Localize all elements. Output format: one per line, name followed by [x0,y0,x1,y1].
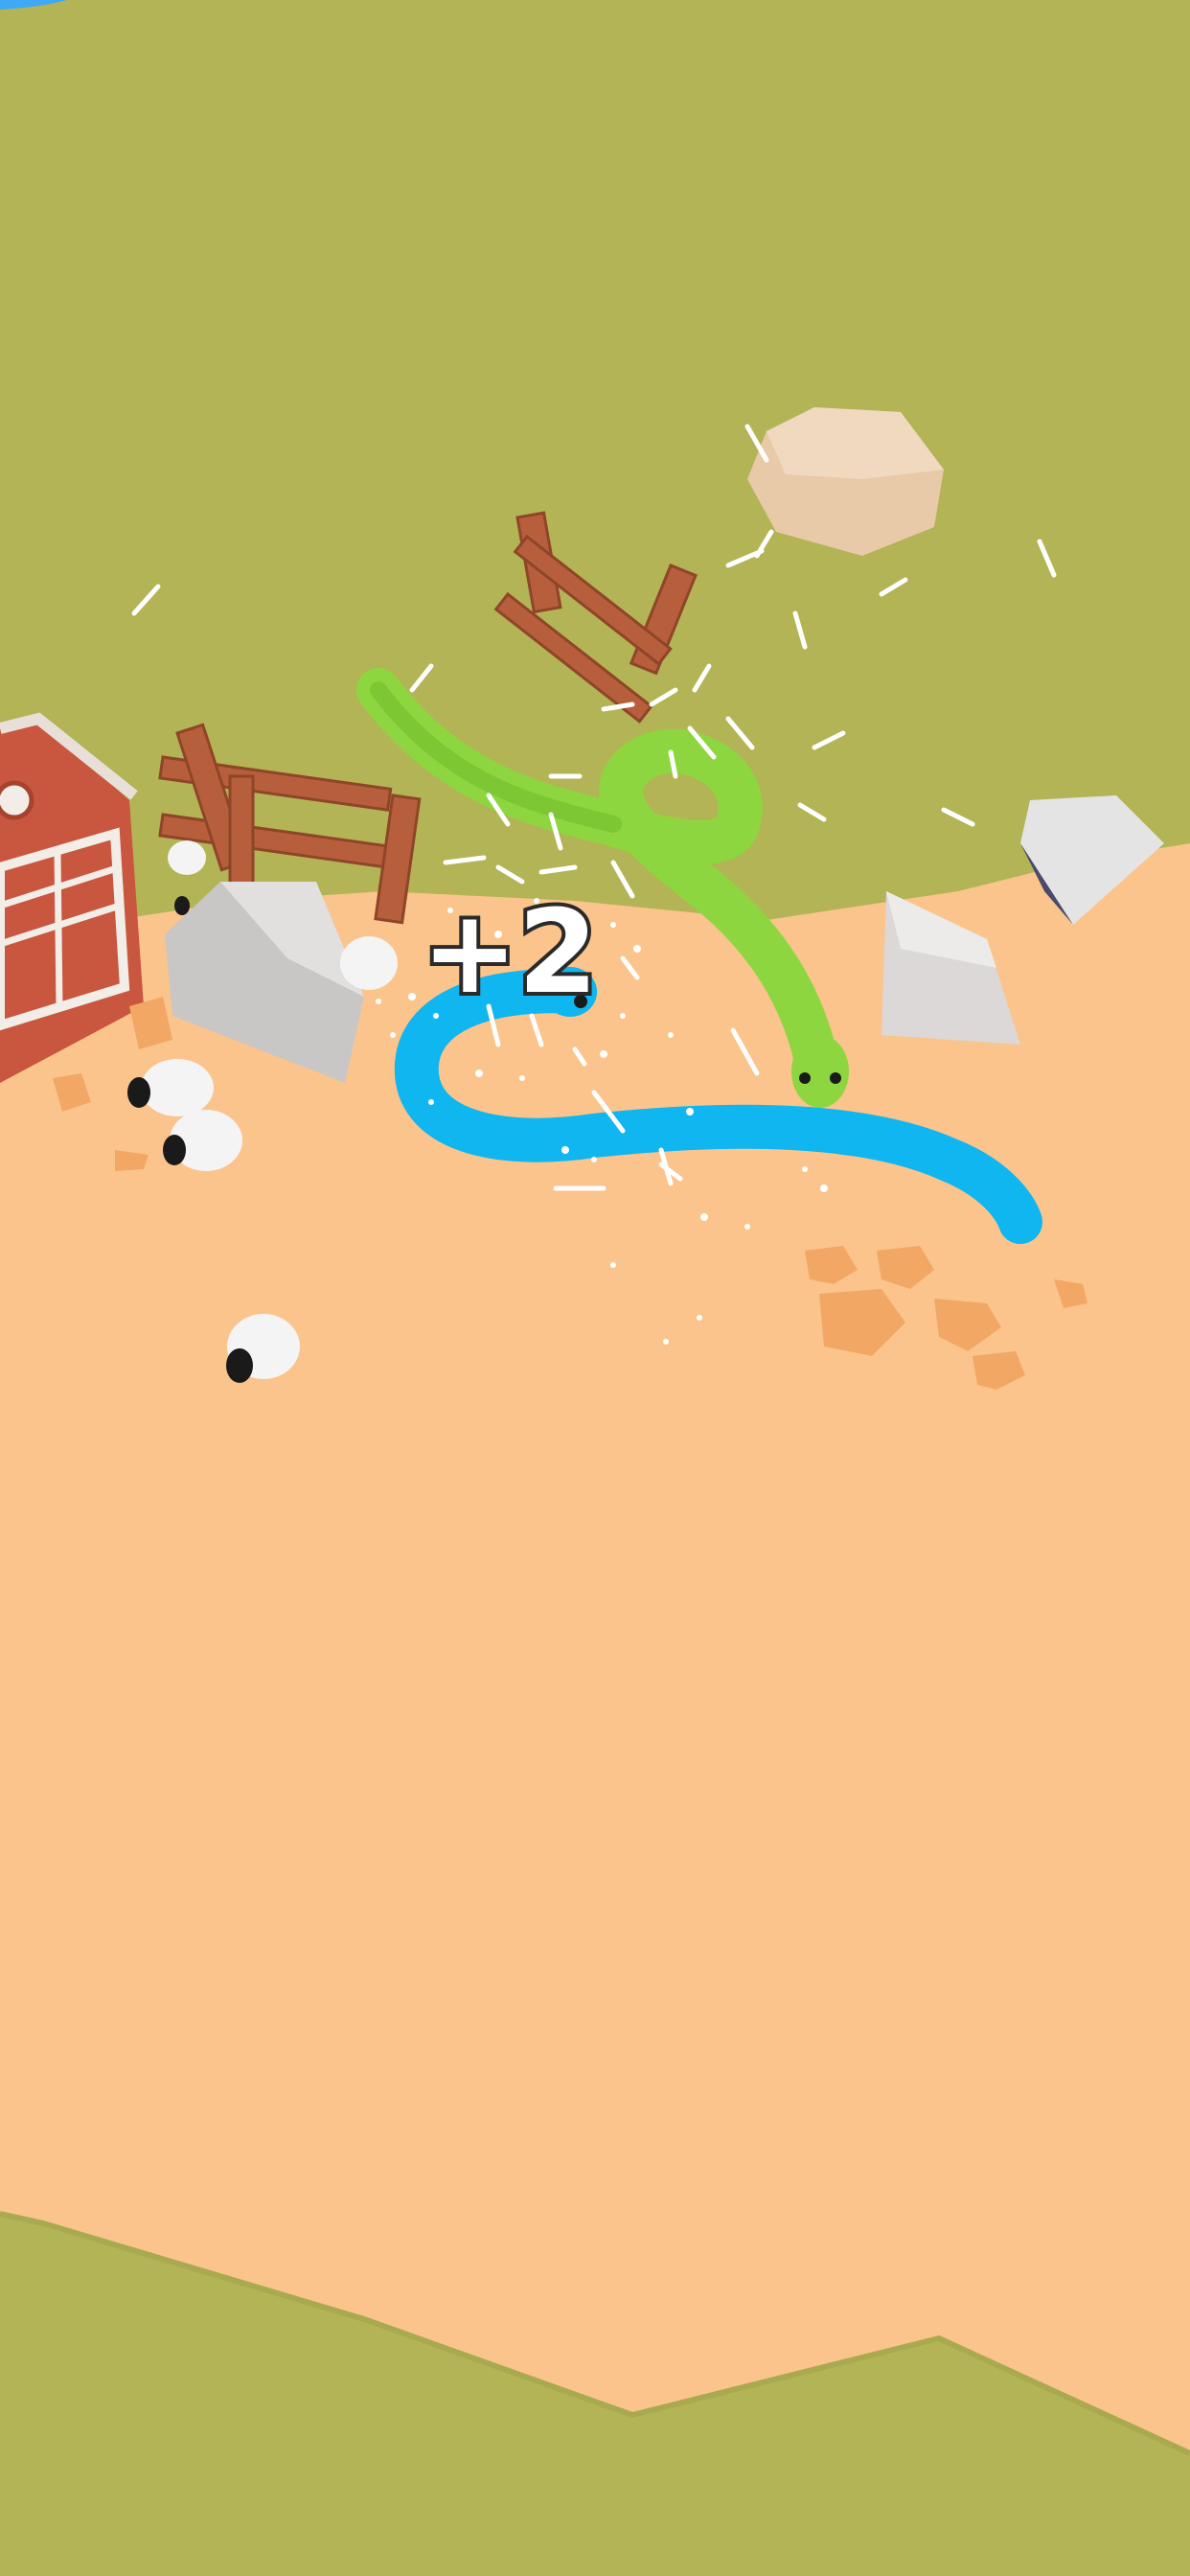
score-popup: +2 [418,886,602,1020]
game-scene[interactable] [0,0,1190,2576]
enemy-snake-head [791,1035,849,1108]
